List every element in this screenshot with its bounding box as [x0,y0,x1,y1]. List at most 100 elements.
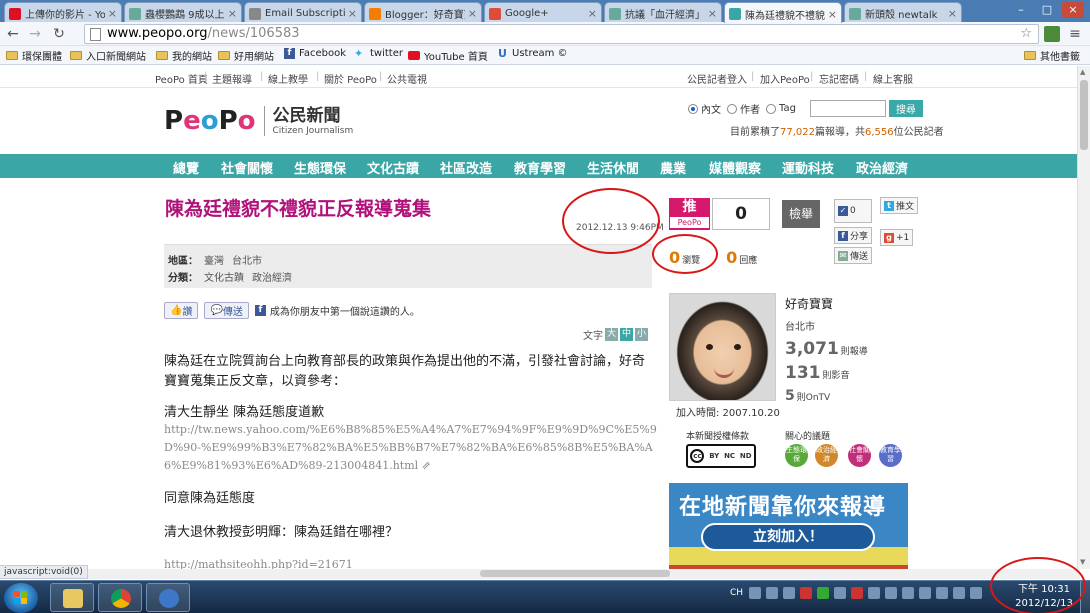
nav-leisure[interactable]: 生活休閒 [587,158,639,177]
nav-culture[interactable]: 文化古蹟 [367,158,419,177]
back-icon[interactable]: ← [4,25,22,43]
ime-indicator[interactable]: CH [730,588,743,598]
browser-tab[interactable]: 上傳你的影片 - YouTube× [4,2,122,22]
font-medium-button[interactable]: 中 [620,328,633,341]
top-link-tutorial[interactable]: 線上教學 [268,71,308,86]
reload-icon[interactable]: ↻ [50,25,68,43]
close-icon[interactable]: × [708,7,717,20]
top-link-about[interactable]: 關於 PeoPo [324,71,377,86]
address-bar[interactable]: www.peopo.org/news/106583 ☆ [84,24,1039,44]
gplus-button[interactable]: g +1 [880,229,914,246]
article-link[interactable]: http://tw.news.yahoo.com/%E6%B8%85%E5%A4… [164,421,669,475]
tray-icon[interactable] [834,587,847,599]
menu-icon[interactable]: ≡ [1066,25,1084,43]
radio-tag[interactable] [766,103,776,114]
send-button[interactable]: ✉ 傳送 [834,247,873,264]
tray-icon[interactable] [851,587,864,599]
region-link[interactable]: 台北市 [232,252,262,267]
close-window-button[interactable]: × [1062,2,1084,18]
browser-tab[interactable]: 抗議「血汗經濟」 × [604,2,722,22]
topic-badge[interactable]: 生態環保 [785,444,808,467]
creative-commons-badge[interactable]: cc BY NC ND [686,444,756,468]
tray-icon[interactable] [970,587,983,599]
bookmark-item[interactable]: 入口新聞網站 [70,48,146,63]
close-icon[interactable]: × [348,7,357,20]
fb-like-button[interactable]: 👍 讚 [164,302,199,319]
topic-badge[interactable]: 政治經濟 [815,444,838,467]
nav-ecology[interactable]: 生態環保 [294,158,346,177]
nav-media[interactable]: 媒體觀察 [709,158,761,177]
category-link[interactable]: 文化古蹟 [204,269,244,284]
nav-agriculture[interactable]: 農業 [660,158,686,177]
tray-icon[interactable] [749,587,762,599]
nav-overview[interactable]: 總覽 [173,158,199,177]
tray-icon[interactable] [868,587,881,599]
tweet-button[interactable]: t 推文 [880,197,919,214]
topic-badge[interactable]: 社會關懷 [848,444,871,467]
scroll-down-icon[interactable]: ▼ [1080,558,1085,566]
top-link-login[interactable]: 公民記者登入 [687,71,747,86]
bookmark-item[interactable]: 我的網站 [156,48,212,63]
top-link-home[interactable]: PeoPo 首頁 [155,71,208,86]
fb-share-button[interactable]: f 分享 [834,227,873,244]
font-large-button[interactable]: 大 [605,328,618,341]
user-name[interactable]: 好奇寶寶 [785,295,833,312]
nav-sports-tech[interactable]: 運動科技 [782,158,834,177]
browser-tab[interactable]: Google+ × [484,2,602,22]
scroll-up-icon[interactable]: ▲ [1080,68,1085,76]
vertical-scrollbar[interactable]: ▲ ▼ [1077,66,1090,569]
font-small-button[interactable]: 小 [635,328,648,341]
close-icon[interactable]: × [468,7,477,20]
tray-icon[interactable] [766,587,779,599]
bookmark-item[interactable]: 環保團體 [6,48,62,63]
top-link-forgot[interactable]: 忘記密碼 [819,71,859,86]
search-input[interactable] [809,100,886,117]
join-now-button[interactable]: 立刻加入！ [701,523,875,551]
bookmark-item[interactable]: U Ustream © [498,48,568,59]
browser-tab[interactable]: 蟲櫻鸚鵡 9成以上 × [124,2,242,22]
nav-community[interactable]: 社區改造 [440,158,492,177]
nav-society[interactable]: 社會關懷 [221,158,273,177]
network-icon[interactable] [936,587,949,599]
close-icon[interactable]: × [228,7,237,20]
forward-icon[interactable]: → [26,25,44,43]
browser-tab[interactable]: 新頭殼 newtalk × [844,2,962,22]
tray-icon[interactable] [902,587,915,599]
browser-tab[interactable]: Email Subscriptions× [244,2,362,22]
top-link-support[interactable]: 線上客服 [873,71,913,86]
topic-badge[interactable]: 教育學習 [879,444,902,467]
site-logo[interactable]: P e o P o 公民新聞 Citizen Journalism [164,106,353,136]
bookmark-item[interactable]: f Facebook [284,48,346,59]
top-link-topics[interactable]: 主題報導 [212,71,252,86]
start-button[interactable] [4,583,38,613]
radio-author[interactable] [727,103,737,114]
browser-tab-active[interactable]: 陳為廷禮貌不禮貌 × [724,2,842,23]
maximize-button[interactable]: □ [1036,2,1058,18]
article-link[interactable]: http://mathsiteohh.php?id=21671 [164,556,669,569]
radio-content[interactable] [688,103,698,114]
tray-icon[interactable] [800,587,813,599]
bookmark-item[interactable]: ✦ twitter [354,48,403,59]
flag-icon[interactable] [953,587,966,599]
app-taskbar-button[interactable] [146,583,190,612]
horizontal-scrollbar[interactable] [80,569,1080,579]
minimize-button[interactable]: – [1010,2,1032,18]
other-bookmarks[interactable]: 其他書籤 [1024,48,1080,63]
join-banner[interactable]: 在地新聞靠你來報導 立刻加入！ [669,483,908,565]
fb-like-count-button[interactable]: ✓ 0 [834,199,872,223]
top-link-join[interactable]: 加入PeoPo [760,71,810,86]
report-button[interactable]: 檢舉 [782,200,820,228]
top-link-pts[interactable]: 公共電視 [387,71,427,86]
region-link[interactable]: 臺灣 [204,252,224,267]
close-icon[interactable]: × [948,7,957,20]
volume-icon[interactable] [919,587,932,599]
explorer-taskbar-button[interactable] [50,583,94,612]
tray-icon[interactable] [817,587,830,599]
close-icon[interactable]: × [588,7,597,20]
tray-icon[interactable] [783,587,796,599]
browser-tab[interactable]: Blogger：好奇寶寶× [364,2,482,22]
scroll-thumb[interactable] [480,570,670,577]
bookmark-item[interactable]: YouTube 首頁 [408,48,488,63]
nav-education[interactable]: 教育學習 [514,158,566,177]
category-link[interactable]: 政治經濟 [252,269,292,284]
